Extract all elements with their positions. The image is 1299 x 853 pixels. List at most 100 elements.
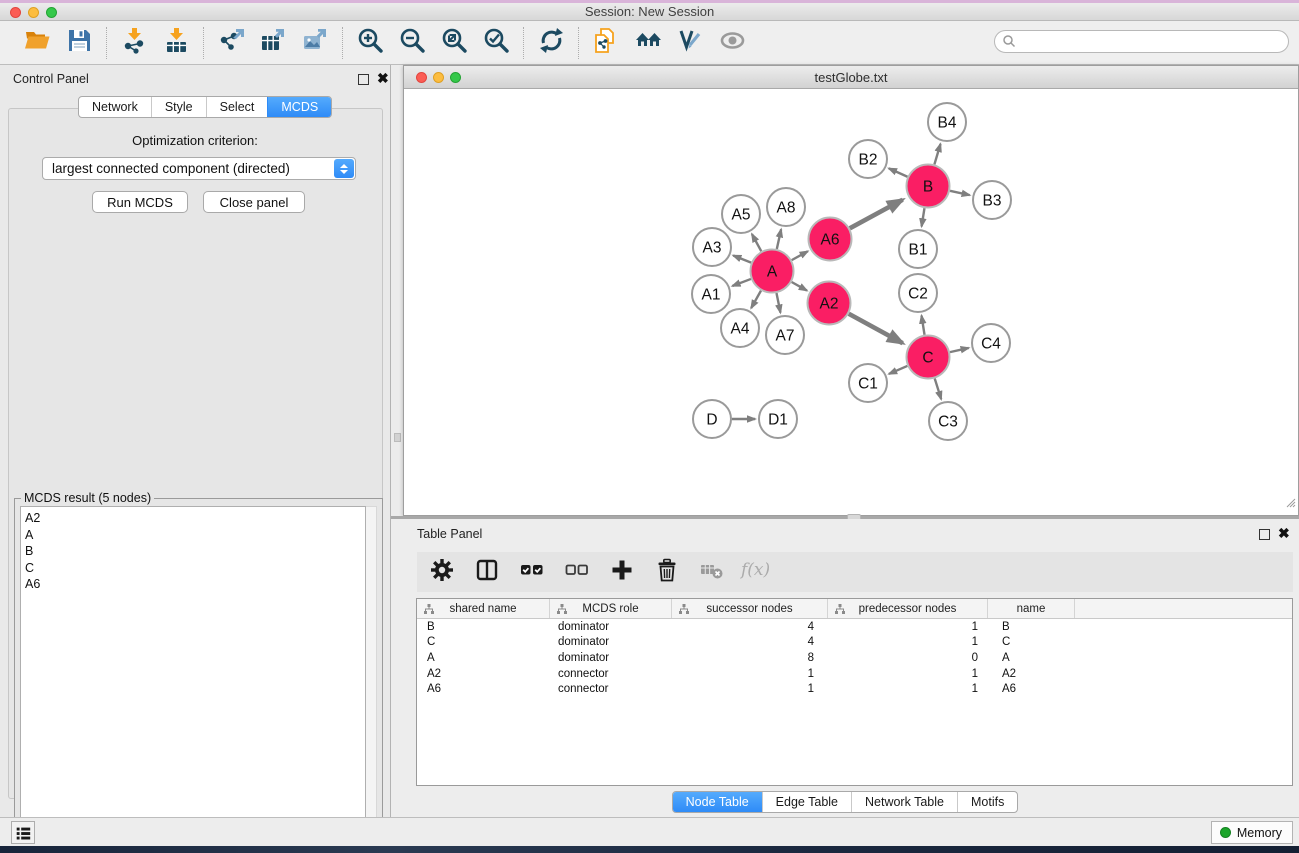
graph-node-A1[interactable]: A1 [692,275,730,313]
graph-edge-C-C4[interactable] [950,348,969,352]
export-table-button[interactable] [256,26,290,60]
network-from-selection-button[interactable] [589,26,623,60]
create-column-button[interactable] [607,557,637,587]
import-network-button[interactable] [117,26,151,60]
graph-edge-B-B2[interactable] [889,168,908,176]
zoom-in-button[interactable] [353,26,387,60]
toolbar-group [579,26,759,60]
export-network-button[interactable] [214,26,248,60]
tab-motifs[interactable]: Motifs [957,792,1017,812]
column-header-MCDS-role[interactable]: MCDS role [550,599,672,618]
result-list-item[interactable]: B [25,543,365,560]
graph-node-A3[interactable]: A3 [693,228,731,266]
graph-node-B3[interactable]: B3 [973,181,1011,219]
graph-edge-C-C1[interactable] [889,366,907,374]
graph-edge-A-A5[interactable] [752,234,761,251]
import-table-button[interactable] [159,26,193,60]
graphics-details-button[interactable] [715,26,749,60]
result-list-item[interactable]: A2 [25,510,365,527]
vertical-splitter-grip[interactable] [394,433,401,442]
table-row[interactable]: Bdominator41B [417,619,1292,635]
graph-edge-A-A1[interactable] [732,279,751,286]
mcds-result-list[interactable]: A2ABCA6 [20,506,366,825]
tab-network-table[interactable]: Network Table [851,792,957,812]
search-input[interactable] [994,30,1289,53]
close-panel-icon[interactable]: ✖ [377,71,389,85]
zoom-fit-button[interactable] [437,26,471,60]
float-table-panel-icon[interactable] [1259,529,1270,540]
result-list-item[interactable]: C [25,560,365,577]
result-list-item[interactable]: A [25,527,365,544]
svg-text:C4: C4 [981,336,1001,353]
column-header-shared-name[interactable]: shared name [417,599,550,618]
select-all-button[interactable] [517,557,547,587]
graph-node-B1[interactable]: B1 [899,230,937,268]
graph-node-C2[interactable]: C2 [899,274,937,312]
graph-edge-A-A6[interactable] [792,251,808,260]
graph-edge-B-B3[interactable] [950,191,970,195]
table-row[interactable]: A2connector11A2 [417,666,1292,682]
show-column-button[interactable] [472,557,502,587]
tab-edge-table[interactable]: Edge Table [762,792,851,812]
graph-node-C4[interactable]: C4 [972,324,1010,362]
result-list-item[interactable]: A6 [25,576,365,593]
table-row[interactable]: Cdominator41C [417,635,1292,651]
apply-layout-button[interactable] [534,26,568,60]
float-panel-icon[interactable] [358,74,369,85]
graph-edge-A-A8[interactable] [777,229,781,249]
network-canvas[interactable]: B4 B2 B B3 A8A5 A6 B1 A3 A A1 C2 A2 A4A7 C4 C C1 C3 D D1 [405,89,1297,514]
first-neighbors-button[interactable] [631,26,665,60]
graph-edge-A-A2[interactable] [792,282,807,291]
graph-edge-C-C3[interactable] [935,378,941,399]
save-session-button[interactable] [62,26,96,60]
graph-edge-B-B1[interactable] [922,208,925,226]
close-table-panel-icon[interactable]: ✖ [1278,526,1290,540]
graph-node-B2[interactable]: B2 [849,140,887,178]
task-history-button[interactable] [11,821,35,844]
table-row[interactable]: A6connector11A6 [417,681,1292,697]
result-scrollbar[interactable] [366,506,377,825]
graph-node-A4[interactable]: A4 [721,309,759,347]
graph-node-C3[interactable]: C3 [929,402,967,440]
export-image-button[interactable] [298,26,332,60]
network-titlebar[interactable]: testGlobe.txt [404,66,1298,89]
column-header-name[interactable]: name [988,599,1075,618]
tab-node-table[interactable]: Node Table [673,792,762,812]
graph-node-A2[interactable]: A2 [808,282,851,325]
graph-edge-A2-C[interactable] [849,314,903,343]
open-file-button[interactable] [20,26,54,60]
graph-edge-A-A4[interactable] [751,291,761,308]
tab-network[interactable]: Network [79,97,151,117]
graph-node-A8[interactable]: A8 [767,188,805,226]
zoom-out-button[interactable] [395,26,429,60]
graph-node-C1[interactable]: C1 [849,364,887,402]
graph-node-A5[interactable]: A5 [722,195,760,233]
delete-columns-button[interactable] [652,557,682,587]
graph-node-A6[interactable]: A6 [809,218,852,261]
tab-style[interactable]: Style [151,97,206,117]
graph-edge-A6-B[interactable] [850,200,903,229]
graph-node-D1[interactable]: D1 [759,400,797,438]
deselect-all-button[interactable] [562,557,592,587]
graph-node-B4[interactable]: B4 [928,103,966,141]
svg-text:C: C [922,350,933,367]
graph-edge-A-A3[interactable] [733,255,751,262]
graph-edge-B-B4[interactable] [934,144,940,165]
tab-mcds[interactable]: MCDS [267,97,331,117]
tab-select[interactable]: Select [206,97,268,117]
graph-edge-A-A7[interactable] [776,293,780,313]
graph-node-D[interactable]: D [693,400,731,438]
graph-node-B[interactable]: B [907,165,950,208]
graph-edge-C-C2[interactable] [922,316,925,335]
graph-node-C[interactable]: C [907,336,950,379]
column-header-predecessor-nodes[interactable]: predecessor nodes [828,599,988,618]
table-row[interactable]: Adominator80A [417,650,1292,666]
graph-node-A7[interactable]: A7 [766,316,804,354]
memory-button[interactable]: Memory [1211,821,1293,844]
zoom-selected-button[interactable] [479,26,513,60]
graph-node-A[interactable]: A [751,250,794,293]
column-header-successor-nodes[interactable]: successor nodes [672,599,828,618]
table-mode-button[interactable] [427,557,457,587]
resize-grip-icon[interactable] [1284,495,1296,513]
vizmapper-button[interactable] [673,26,707,60]
